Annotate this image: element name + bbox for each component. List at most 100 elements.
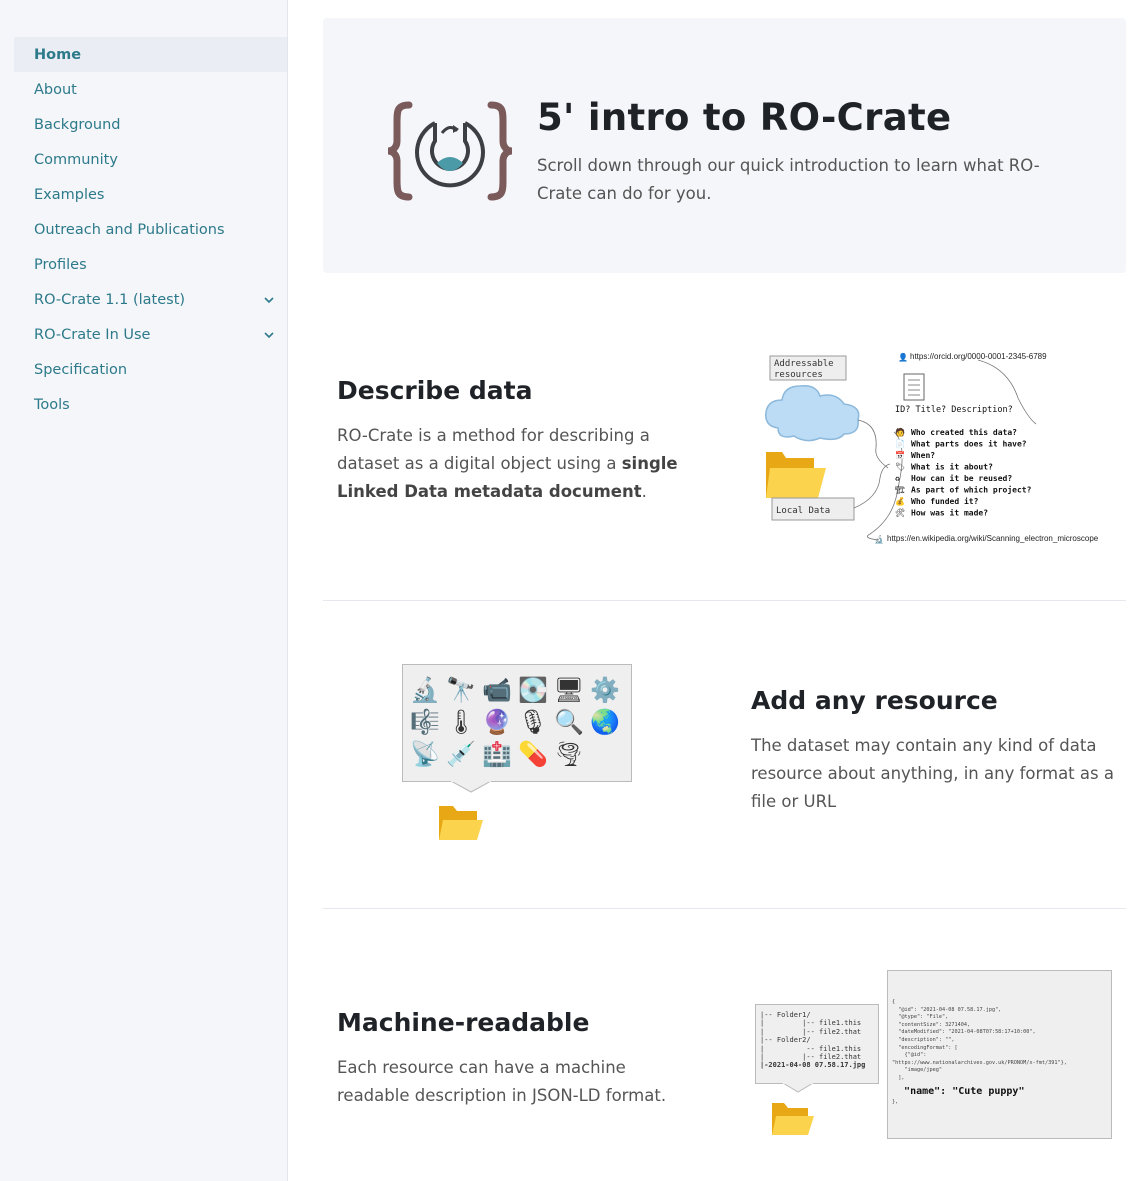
question-icon: 🛠 xyxy=(895,509,905,518)
resource-icon: 🔮 xyxy=(482,708,512,736)
resource-icon: 🌡 xyxy=(445,708,477,736)
section-add-resource: 🔬 🔭 📹 💽 🖥 ⚙️ 🎼 🌡 🔮 🎙 🔍 🌏 📡 💉 🏥 💊 🌪 Add any resource The … xyxy=(323,608,1126,908)
resource-icon: 🌪 xyxy=(553,740,585,768)
section-title: Describe data xyxy=(337,376,533,405)
sidebar-item-label: Outreach and Publications xyxy=(34,221,225,238)
section-title: Add any resource xyxy=(751,686,998,715)
sidebar-item-label: Examples xyxy=(34,186,105,203)
question-text: As part of which project? xyxy=(911,485,1032,495)
question-icon: 🏗 xyxy=(895,486,905,495)
hero: 5' intro to RO-Crate Scroll down through… xyxy=(323,18,1126,273)
resource-icon: 🖥 xyxy=(553,676,585,704)
sidebar-item-label: Profiles xyxy=(34,256,87,273)
question-icon: ♻ xyxy=(895,474,900,483)
json-name-value: "Cute puppy" xyxy=(952,1085,1025,1097)
resource-icon: 🔍 xyxy=(554,708,584,736)
callout-pointer xyxy=(783,1083,813,1093)
folder-icon xyxy=(772,1103,814,1135)
json-line: ], xyxy=(892,1074,905,1081)
question-icon: 📅 xyxy=(895,450,905,460)
sidebar-item-label: Background xyxy=(34,116,121,133)
question-icon: 📄 xyxy=(895,439,905,449)
folder-icon xyxy=(766,452,826,498)
json-name-key: "name" xyxy=(904,1085,941,1097)
ro-crate-logo-icon xyxy=(387,101,513,201)
svg-text:ID? Title? Description?: ID? Title? Description? xyxy=(895,405,1013,415)
section-describe-data: Describe data RO-Crate is a method for d… xyxy=(323,318,1126,598)
resource-icon: 💉 xyxy=(446,740,476,768)
resource-icon: 📹 xyxy=(482,676,512,704)
resource-icon: ⚙️ xyxy=(590,676,620,704)
page-title: 5' intro to RO-Crate xyxy=(537,96,952,139)
folder-icon xyxy=(439,806,483,840)
section-description: RO-Crate is a method for describing a da… xyxy=(337,426,678,501)
section-description: The dataset may contain any kind of data… xyxy=(751,736,1114,811)
tree-line: | |-- file1.this xyxy=(760,1019,862,1028)
sidebar-item-community[interactable]: Community xyxy=(14,142,287,177)
sidebar-item-label: Home xyxy=(34,46,82,63)
json-line: "contentSize": 3271404, xyxy=(892,1021,971,1028)
json-line: "dateModified": "2021-04-08T07:58:17+10:… xyxy=(892,1029,1036,1036)
sidebar-item-label: About xyxy=(34,81,77,98)
chevron-down-icon[interactable] xyxy=(263,294,275,306)
svg-text:🔬: 🔬 xyxy=(874,534,884,544)
section-description: Each resource can have a machine readabl… xyxy=(337,1058,667,1105)
question-text: What parts does it have? xyxy=(911,439,1027,449)
chevron-down-icon[interactable] xyxy=(263,329,275,341)
file-tree-panel: |-- Folder1/| |-- file1.this | |-- file2.… xyxy=(755,1004,879,1084)
resource-icon: 💽 xyxy=(518,676,548,704)
question-text: How can it be reused? xyxy=(911,473,1012,483)
tree-line: |-2021-04-08 07.58.17.jpg xyxy=(760,1061,866,1070)
json-line: "@id": "2021-04-08 07.58.17.jpg", xyxy=(892,1006,1002,1013)
json-line: "@type": "File", xyxy=(892,1014,949,1021)
sidebar-item-label: RO-Crate 1.1 (latest) xyxy=(34,291,186,308)
sidebar-item-home[interactable]: Home xyxy=(14,37,287,72)
question-text: Who funded it? xyxy=(911,496,979,506)
sidebar-item-ro-crate-in-use[interactable]: RO-Crate In Use xyxy=(14,317,287,352)
callout-pointer xyxy=(451,781,491,793)
resource-icon: 🎼 xyxy=(410,708,440,736)
local-data-label: Local Data xyxy=(776,506,830,516)
sidebar-item-label: Tools xyxy=(34,396,70,413)
question-text: When? xyxy=(911,451,935,460)
tree-line: | -- file1.this xyxy=(760,1044,862,1053)
resource-icon: 📡 xyxy=(410,740,440,768)
svg-text:https://orcid.org/0000-0001-23: https://orcid.org/0000-0001-2345-6789 xyxy=(910,352,1047,361)
sidebar-item-about[interactable]: About xyxy=(14,72,287,107)
tree-line: |-- Folder1/ xyxy=(760,1011,811,1019)
question-icon: 💰 xyxy=(895,496,905,506)
resource-icon: 🏥 xyxy=(482,740,512,768)
sidebar: Home About Background Community Examples Outr… xyxy=(0,0,288,1181)
sidebar-item-ro-crate-1-1-latest[interactable]: RO-Crate 1.1 (latest) xyxy=(14,282,287,317)
json-line: { xyxy=(892,999,896,1005)
resource-icon: 🔬 xyxy=(410,676,440,704)
tree-line: | |-- file2.that xyxy=(760,1027,862,1036)
json-ld-panel: { "@id": "2021-04-08 07.58.17.jpg", "@ty… xyxy=(887,970,1112,1139)
sidebar-item-examples[interactable]: Examples xyxy=(14,177,287,212)
json-line: "https://www.nationalarchives.gov.uk/PRO… xyxy=(892,1059,1067,1066)
svg-text:resources: resources xyxy=(774,370,823,380)
json-line: {"@id": xyxy=(892,1052,927,1059)
question-icon: 🏷 xyxy=(895,463,905,472)
sidebar-item-tools[interactable]: Tools xyxy=(14,387,287,422)
question-text: What is it about? xyxy=(911,462,993,472)
svg-text:https://en.wikipedia.org/wiki/: https://en.wikipedia.org/wiki/Scanning_e… xyxy=(887,534,1099,543)
question-icon: 🧑 xyxy=(895,427,905,437)
section-divider xyxy=(323,600,1126,601)
json-line: "encodingFormat": [ xyxy=(892,1044,958,1051)
section-machine-readable: Machine-readable Each resource can have … xyxy=(323,908,1126,1181)
resource-icons-panel: 🔬 🔭 📹 💽 🖥 ⚙️ 🎼 🌡 🔮 🎙 🔍 🌏 📡 💉 🏥 💊 🌪 xyxy=(402,664,632,782)
resource-icon: 🔭 xyxy=(446,676,476,704)
sidebar-item-outreach-and-publications[interactable]: Outreach and Publications xyxy=(14,212,287,247)
sidebar-item-background[interactable]: Background xyxy=(14,107,287,142)
tree-line: | |-- file2.that xyxy=(760,1053,862,1062)
resource-icon: 🎙 xyxy=(517,708,549,736)
resource-icon: 💊 xyxy=(518,740,548,768)
sidebar-item-profiles[interactable]: Profiles xyxy=(14,247,287,282)
sidebar-item-label: RO-Crate In Use xyxy=(34,326,151,343)
question-text: How was it made? xyxy=(911,508,988,518)
svg-text:Addressable: Addressable xyxy=(774,359,834,369)
json-line: "description": "", xyxy=(892,1036,955,1043)
sidebar-item-label: Specification xyxy=(34,361,128,378)
sidebar-item-specification[interactable]: Specification xyxy=(14,352,287,387)
